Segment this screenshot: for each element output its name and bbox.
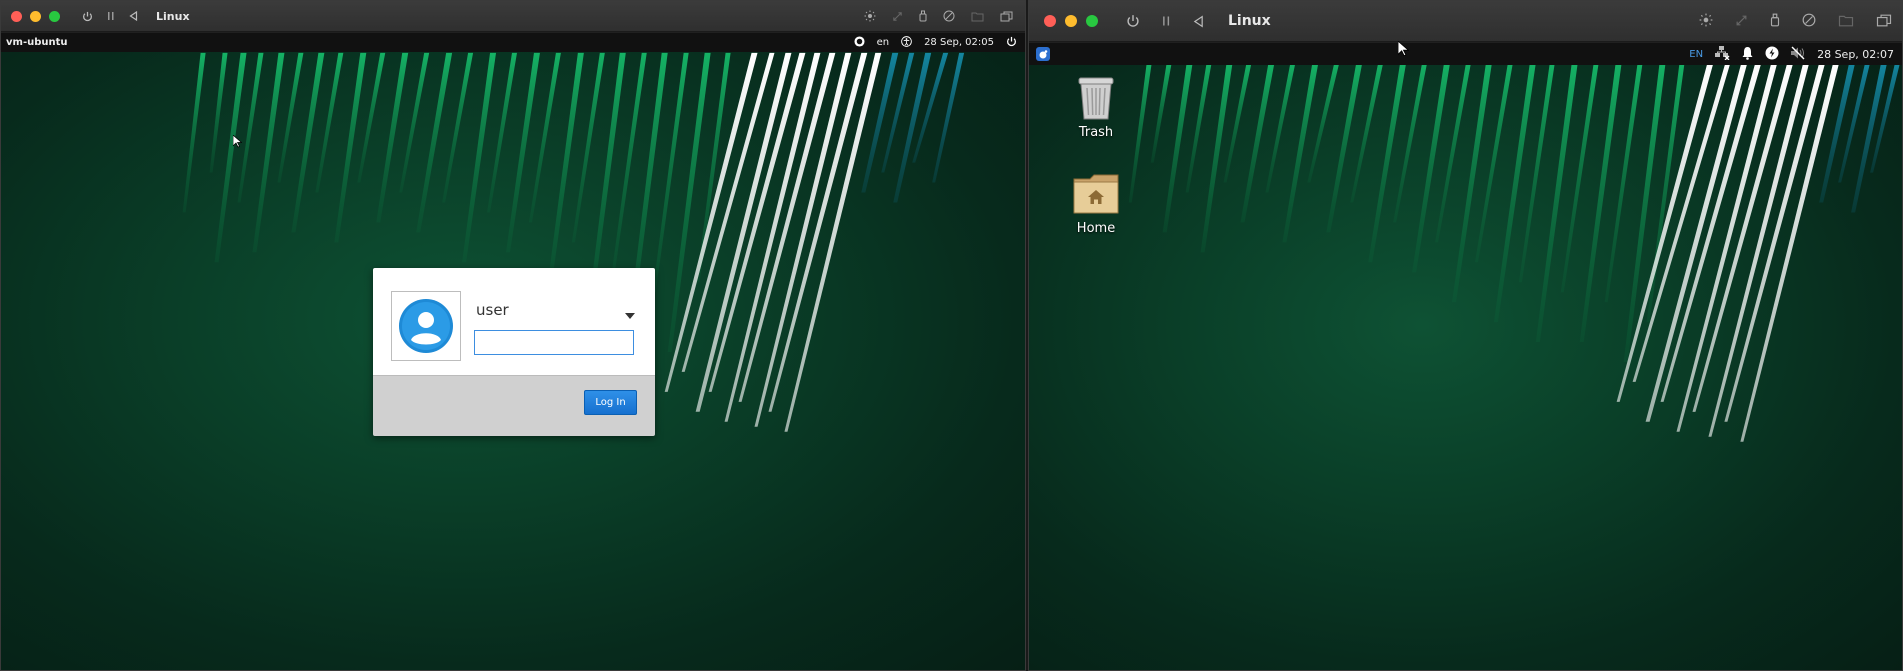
wallpaper-stripes — [1128, 62, 1901, 442]
minimize-button[interactable] — [30, 10, 41, 22]
whisker-menu-icon[interactable] — [1036, 47, 1050, 61]
window-controls — [1044, 15, 1098, 27]
folder-share-icon[interactable] — [1838, 12, 1854, 31]
top-panel: vm-ubuntu en 28 Sep, 02:05 — [1, 33, 1025, 52]
usb-icon[interactable] — [919, 7, 927, 26]
pause-icon[interactable] — [1162, 15, 1171, 27]
keyboard-layout-indicator[interactable]: EN — [1689, 49, 1703, 60]
disc-icon[interactable] — [943, 7, 955, 26]
zoom-button[interactable] — [1086, 15, 1098, 27]
accessibility-icon[interactable] — [901, 35, 912, 50]
brightness-icon[interactable] — [864, 7, 876, 26]
disc-icon[interactable] — [1802, 12, 1816, 31]
power-manager-icon[interactable] — [1765, 46, 1779, 63]
close-button[interactable] — [1044, 15, 1056, 27]
window-controls — [11, 10, 60, 22]
usb-icon[interactable] — [1770, 12, 1780, 31]
volume-muted-icon[interactable] — [1790, 46, 1806, 63]
home-folder-icon — [1073, 174, 1119, 214]
resize-icon[interactable] — [1735, 12, 1748, 31]
pause-icon[interactable] — [107, 11, 115, 21]
window-titlebar[interactable]: Linux — [1029, 1, 1902, 42]
vm-screen[interactable]: EN 28 Sep, 02:07 Trash Home — [1029, 43, 1902, 670]
power-menu-icon[interactable] — [1006, 36, 1017, 50]
password-input[interactable] — [474, 330, 634, 355]
folder-share-icon[interactable] — [971, 7, 984, 26]
window-titlebar[interactable]: Linux — [1, 1, 1025, 32]
user-avatar — [391, 291, 461, 361]
desktop-icon-label: Home — [1076, 221, 1116, 236]
language-indicator[interactable]: en — [877, 37, 890, 48]
brightness-icon[interactable] — [1699, 12, 1713, 31]
top-panel: EN 28 Sep, 02:07 — [1029, 43, 1902, 65]
trash-icon — [1078, 77, 1114, 120]
vm-screen[interactable]: vm-ubuntu en 28 Sep, 02:05 user Log In — [1, 33, 1025, 670]
user-dropdown-icon[interactable] — [625, 305, 635, 324]
login-button[interactable]: Log In — [584, 390, 637, 415]
vm-window-left[interactable]: Linux vm-ubuntu en 28 Sep, 02:05 user Lo… — [0, 0, 1026, 671]
network-icon[interactable] — [854, 35, 865, 50]
username-label[interactable]: user — [476, 301, 509, 319]
window-title: Linux — [156, 9, 190, 23]
hostname-label: vm-ubuntu — [6, 37, 68, 48]
back-icon[interactable] — [129, 11, 138, 21]
window-title: Linux — [1228, 13, 1271, 29]
clock[interactable]: 28 Sep, 02:05 — [924, 37, 994, 48]
close-button[interactable] — [11, 10, 22, 22]
login-dialog: user Log In — [373, 268, 655, 436]
network-disconnected-icon[interactable] — [1714, 45, 1730, 63]
resize-icon[interactable] — [892, 7, 903, 26]
clock[interactable]: 28 Sep, 02:07 — [1817, 48, 1894, 61]
user-avatar-icon — [399, 299, 453, 353]
notification-bell-icon[interactable] — [1741, 46, 1754, 63]
mouse-cursor — [232, 133, 243, 152]
windows-icon[interactable] — [1000, 7, 1013, 26]
power-icon[interactable] — [82, 11, 93, 22]
windows-icon[interactable] — [1876, 12, 1892, 31]
desktop-icon-home[interactable]: Home — [1061, 173, 1131, 236]
minimize-button[interactable] — [1065, 15, 1077, 27]
power-icon[interactable] — [1126, 14, 1140, 28]
vm-window-right[interactable]: Linux EN 28 Sep, 02:07 Trash Home — [1028, 0, 1903, 671]
zoom-button[interactable] — [49, 10, 60, 22]
back-icon[interactable] — [1193, 14, 1204, 28]
desktop-icon-label: Trash — [1078, 125, 1114, 140]
desktop-icon-trash[interactable]: Trash — [1061, 75, 1131, 140]
mouse-cursor — [1397, 40, 1410, 61]
